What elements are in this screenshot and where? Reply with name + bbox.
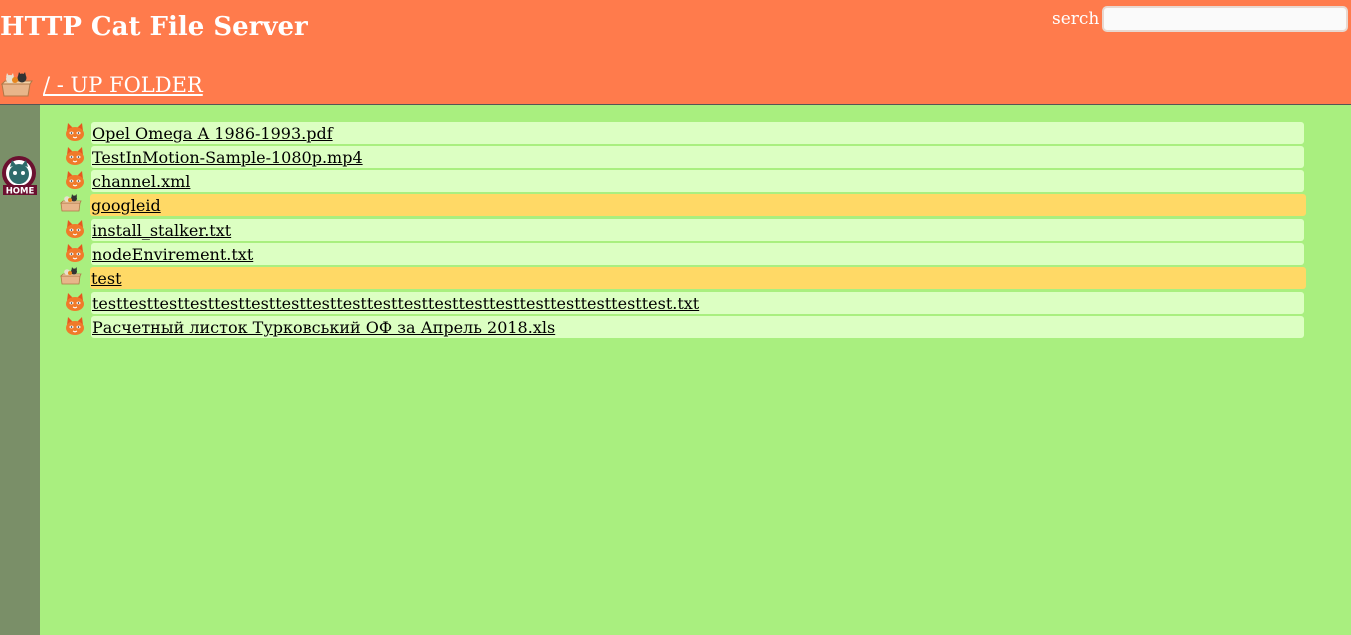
file-row: channel.xml — [60, 170, 1307, 194]
file-link[interactable]: channel.xml — [92, 172, 190, 191]
row-background — [90, 194, 1306, 216]
home-icon[interactable]: HOME — [0, 155, 40, 202]
cat-file-icon — [64, 243, 86, 268]
folder-row: test — [60, 267, 1307, 291]
cat-file-icon — [64, 122, 86, 147]
cat-file-icon — [64, 170, 86, 195]
folder-link[interactable]: test — [91, 269, 122, 288]
file-link[interactable]: Расчетный листок Турковський ОФ за Апрел… — [92, 318, 555, 337]
cat-box-folder-icon — [60, 267, 82, 290]
up-folder-link[interactable]: / - UP FOLDER — [43, 73, 203, 97]
page-title: HTTP Cat File Server — [0, 12, 308, 42]
svg-text:HOME: HOME — [6, 187, 35, 197]
file-link[interactable]: testtesttesttesttesttesttesttesttesttest… — [92, 294, 699, 313]
folder-link[interactable]: googleid — [91, 196, 161, 215]
file-row: TestInMotion-Sample-1080p.mp4 — [60, 146, 1307, 170]
cat-box-folder-icon — [60, 194, 82, 217]
file-row: Расчетный листок Турковський ОФ за Апрел… — [60, 316, 1307, 340]
row-background — [91, 170, 1304, 192]
file-row: nodeEnvirement.txt — [60, 243, 1307, 267]
header-bar: HTTP Cat File Server serch / - UP FOLDER — [0, 0, 1351, 105]
row-background — [91, 243, 1304, 265]
cat-file-icon — [64, 292, 86, 317]
file-row: testtesttesttesttesttesttesttesttesttest… — [60, 292, 1307, 316]
file-row: Opel Omega A 1986-1993.pdf — [60, 122, 1307, 146]
cat-file-icon — [64, 146, 86, 171]
cat-box-folder-icon[interactable] — [0, 71, 34, 102]
file-link[interactable]: install_stalker.txt — [92, 221, 231, 240]
file-link[interactable]: TestInMotion-Sample-1080p.mp4 — [92, 148, 363, 167]
search-input[interactable] — [1102, 6, 1348, 32]
row-background — [90, 267, 1306, 289]
row-background — [91, 219, 1304, 241]
file-link[interactable]: nodeEnvirement.txt — [92, 245, 253, 264]
file-link[interactable]: Opel Omega A 1986-1993.pdf — [92, 124, 333, 143]
file-row: install_stalker.txt — [60, 219, 1307, 243]
search-label: serch — [1052, 9, 1100, 29]
sidebar: HOME — [0, 105, 40, 635]
cat-file-icon — [64, 316, 86, 341]
cat-file-icon — [64, 219, 86, 244]
folder-row: googleid — [60, 194, 1307, 218]
